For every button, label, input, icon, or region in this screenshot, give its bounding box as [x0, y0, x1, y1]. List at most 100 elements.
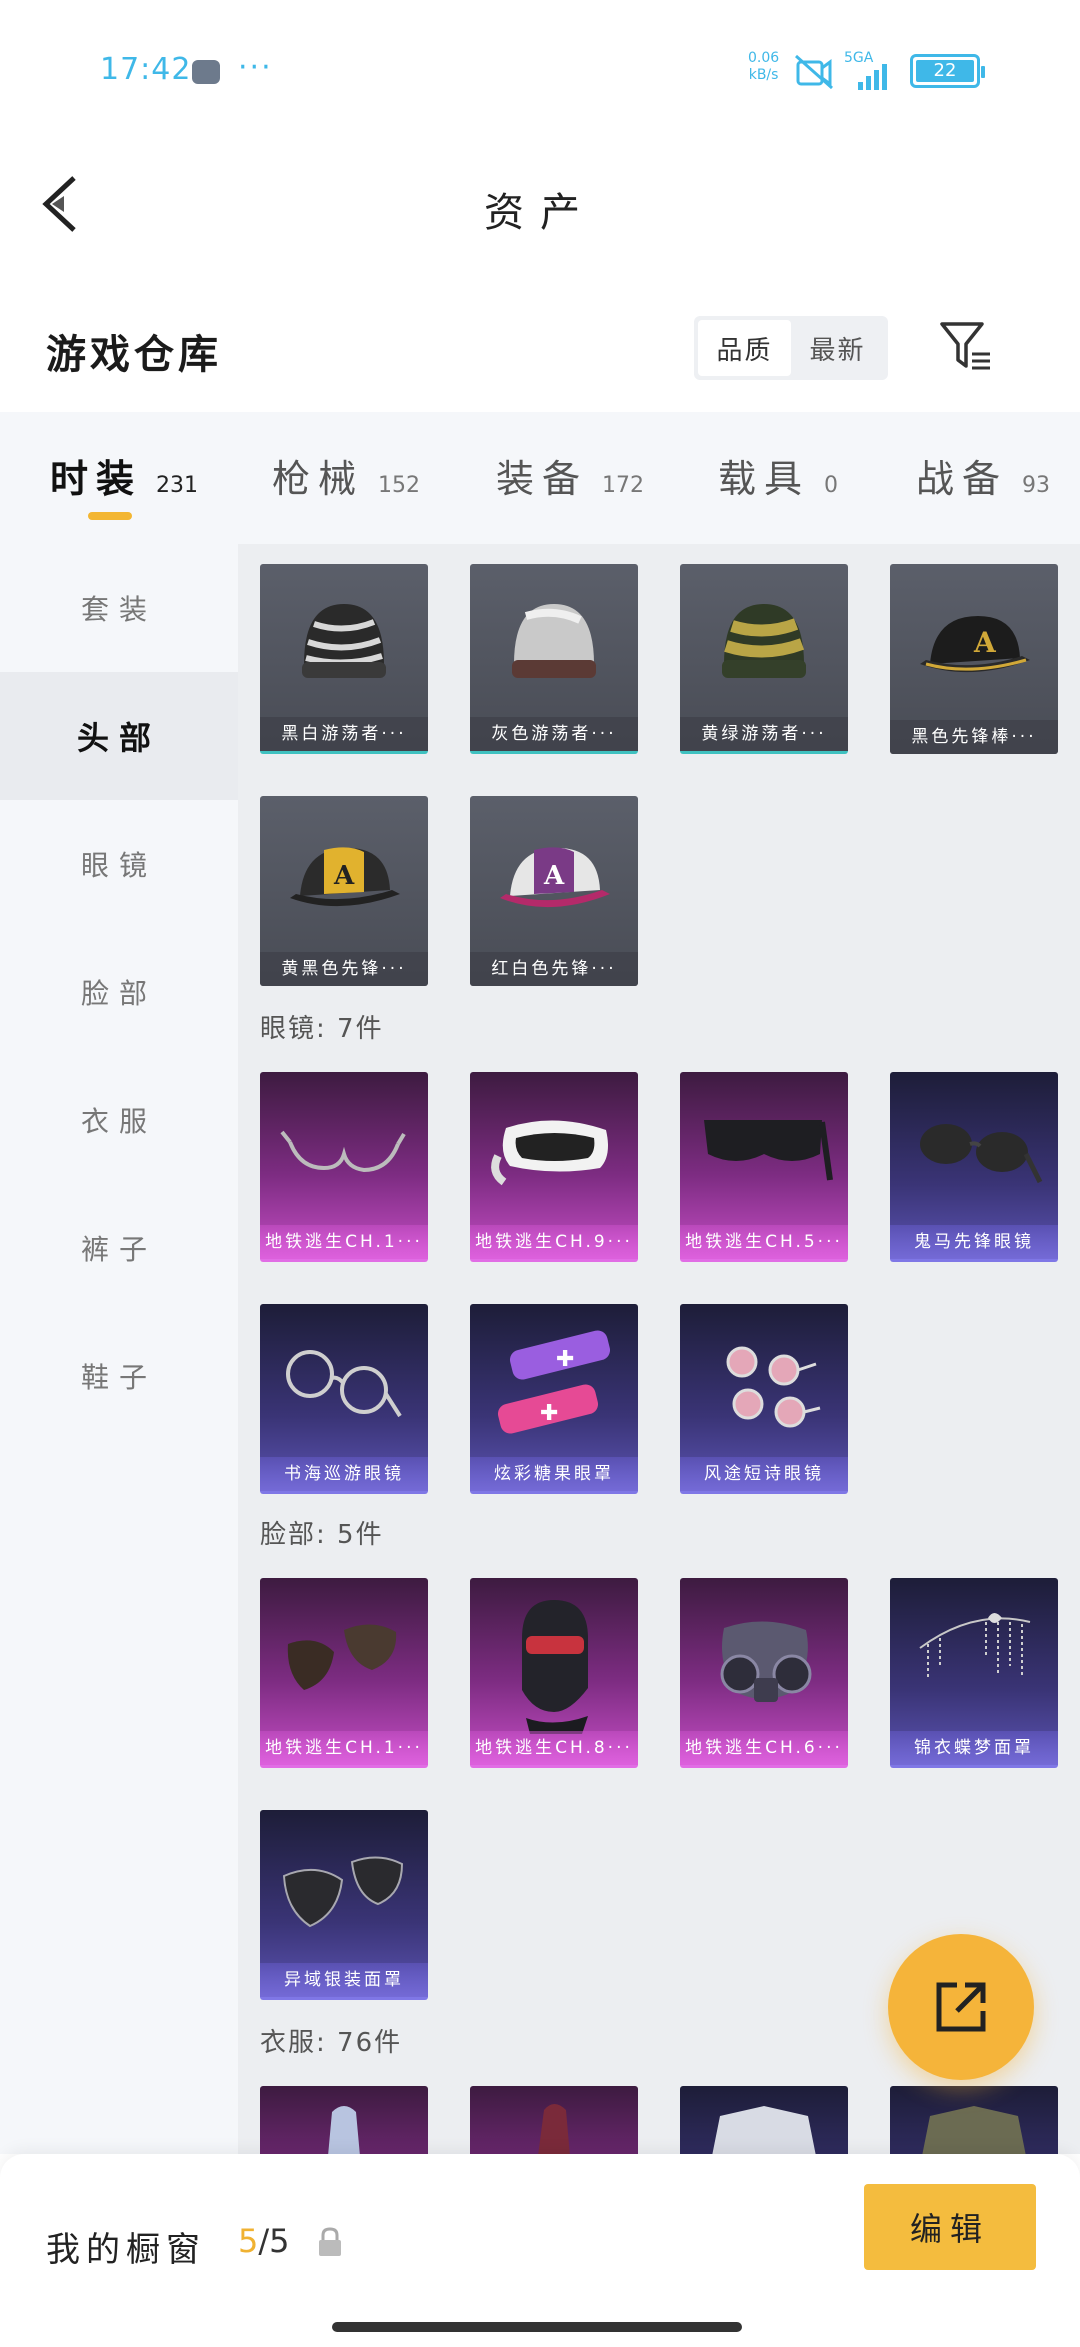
svg-text:✚: ✚	[556, 1347, 574, 1372]
item-card[interactable]: 地铁逃生CH.1···	[260, 1072, 428, 1262]
item-card[interactable]: 地铁逃生CH.6···	[680, 1578, 848, 1768]
item-name: 地铁逃生CH.9···	[470, 1225, 638, 1259]
item-name: 异域银装面罩	[260, 1963, 428, 1997]
item-card[interactable]: A 黑色先锋棒···	[890, 564, 1058, 754]
tab-supplies[interactable]: 战备 93	[916, 448, 1050, 503]
sidebar-item-outfit[interactable]: 套装	[0, 544, 238, 672]
sidebar-item-glasses[interactable]: 眼镜	[0, 800, 238, 928]
svg-text:✚: ✚	[540, 1401, 558, 1426]
signal-icon: 5GA	[844, 50, 902, 92]
item-card[interactable]: 锦衣蝶梦面罩	[890, 1578, 1058, 1768]
sort-toggle: 品质 最新	[694, 316, 888, 380]
app-notification-icon	[192, 60, 220, 84]
sidebar: 套装 头部 眼镜 脸部 衣服 裤子 鞋子	[0, 544, 238, 2154]
battery-level: 22	[916, 60, 974, 82]
item-name: 书海巡游眼镜	[260, 1457, 428, 1491]
tab-vehicles[interactable]: 载具 0	[718, 448, 838, 503]
tab-label: 时装	[50, 457, 143, 501]
page-title: 资产	[484, 190, 596, 236]
tab-count: 0	[824, 473, 839, 498]
item-card[interactable]: 地铁逃生CH.9···	[470, 1072, 638, 1262]
sort-by-newest[interactable]: 最新	[791, 320, 884, 376]
item-card[interactable]: 黄绿游荡者···	[680, 564, 848, 754]
item-card[interactable]: 鬼马先锋眼镜	[890, 1072, 1058, 1262]
tab-count: 172	[602, 473, 645, 498]
item-name: 鬼马先锋眼镜	[890, 1225, 1058, 1259]
sidebar-item-face[interactable]: 脸部	[0, 928, 238, 1056]
item-card[interactable]: 灰色游荡者···	[470, 564, 638, 754]
category-tabs: 时装 231 枪械 152 装备 172 载具 0 战备 93	[0, 412, 1080, 544]
network-speed: 0.06 kB/s	[748, 50, 779, 84]
tab-label: 装备	[496, 457, 589, 501]
item-name: 黄黑色先锋···	[260, 952, 428, 986]
item-card[interactable]	[680, 2086, 848, 2154]
active-tab-indicator	[88, 512, 132, 520]
item-card[interactable]: 风途短诗眼镜	[680, 1304, 848, 1494]
edit-button[interactable]: 编辑	[864, 2184, 1036, 2270]
sidebar-item-pants[interactable]: 裤子	[0, 1184, 238, 1312]
item-card[interactable]	[890, 2086, 1058, 2154]
jacket-icon	[712, 2106, 816, 2154]
item-name: 炫彩糖果眼罩	[470, 1457, 638, 1491]
bottom-bar: 我的橱窗 5/5 编辑	[0, 2154, 1080, 2347]
tab-guns[interactable]: 枪械 152	[272, 448, 420, 503]
share-button[interactable]	[888, 1934, 1034, 2080]
external-link-icon	[936, 1982, 986, 2032]
network-speed-unit: kB/s	[748, 67, 779, 83]
item-name: 地铁逃生CH.1···	[260, 1731, 428, 1765]
item-card[interactable]	[260, 2086, 428, 2154]
section-label-glasses: 眼镜: 7件	[260, 1014, 384, 1044]
tab-label: 战备	[916, 457, 1009, 501]
item-card[interactable]: 地铁逃生CH.8···	[470, 1578, 638, 1768]
tab-label: 枪械	[272, 457, 365, 501]
item-name: 地铁逃生CH.5···	[680, 1225, 848, 1259]
svg-text:A: A	[333, 861, 355, 891]
item-card[interactable]: 异域银装面罩	[260, 1810, 428, 2000]
item-card[interactable]: 地铁逃生CH.1···	[260, 1578, 428, 1768]
tab-equipment[interactable]: 装备 172	[496, 448, 644, 503]
item-name: 锦衣蝶梦面罩	[890, 1731, 1058, 1765]
mute-vibrate-icon	[795, 54, 833, 90]
item-name: 红白色先锋···	[470, 952, 638, 986]
item-card[interactable]: A 红白色先锋···	[470, 796, 638, 986]
tab-count: 152	[378, 473, 421, 498]
sidebar-item-head[interactable]: 头部	[0, 672, 238, 800]
section-label-clothes: 衣服: 76件	[260, 2028, 403, 2058]
tab-fashion[interactable]: 时装 231	[50, 448, 198, 503]
jacket-icon	[922, 2106, 1026, 2154]
showcase-count: 5/5	[238, 2222, 290, 2260]
item-name: 灰色游荡者···	[470, 717, 638, 751]
item-card[interactable]	[470, 2086, 638, 2154]
item-card[interactable]: 黑白游荡者···	[260, 564, 428, 754]
showcase-total: /5	[258, 2222, 290, 2260]
sidebar-item-shoes[interactable]: 鞋子	[0, 1312, 238, 1440]
item-name: 黄绿游荡者···	[680, 717, 848, 751]
outfit-icon	[328, 2106, 360, 2154]
tab-label: 载具	[718, 457, 811, 501]
item-name: 地铁逃生CH.6···	[680, 1731, 848, 1765]
sidebar-item-clothes[interactable]: 衣服	[0, 1056, 238, 1184]
svg-text:A: A	[973, 626, 997, 659]
lock-icon	[319, 2227, 341, 2256]
item-grid: 黑白游荡者··· 灰色游荡者··· 黄绿游荡者··· A 黑色先锋棒··· A …	[238, 544, 1080, 2154]
more-notifications-icon: ···	[238, 50, 273, 85]
home-indicator[interactable]	[332, 2322, 742, 2332]
item-name: 地铁逃生CH.8···	[470, 1731, 638, 1765]
item-card[interactable]: 书海巡游眼镜	[260, 1304, 428, 1494]
item-card[interactable]: A 黄黑色先锋···	[260, 796, 428, 986]
item-card[interactable]: ✚ ✚ 炫彩糖果眼罩	[470, 1304, 638, 1494]
section-label-face: 脸部: 5件	[260, 1520, 384, 1550]
svg-text:A: A	[543, 861, 565, 891]
network-speed-value: 0.06	[748, 50, 780, 66]
warehouse-title: 游戏仓库	[46, 332, 222, 378]
item-name: 黑色先锋棒···	[890, 720, 1058, 754]
filter-icon[interactable]	[938, 318, 994, 374]
showcase-label: 我的橱窗	[46, 2230, 206, 2270]
status-time: 17:42	[100, 52, 192, 87]
item-name: 黑白游荡者···	[260, 717, 428, 751]
item-card[interactable]: 地铁逃生CH.5···	[680, 1072, 848, 1262]
battery-icon: 22	[910, 54, 985, 88]
outfit-icon	[538, 2104, 570, 2154]
sort-by-quality[interactable]: 品质	[698, 320, 791, 376]
item-name: 地铁逃生CH.1···	[260, 1225, 428, 1259]
